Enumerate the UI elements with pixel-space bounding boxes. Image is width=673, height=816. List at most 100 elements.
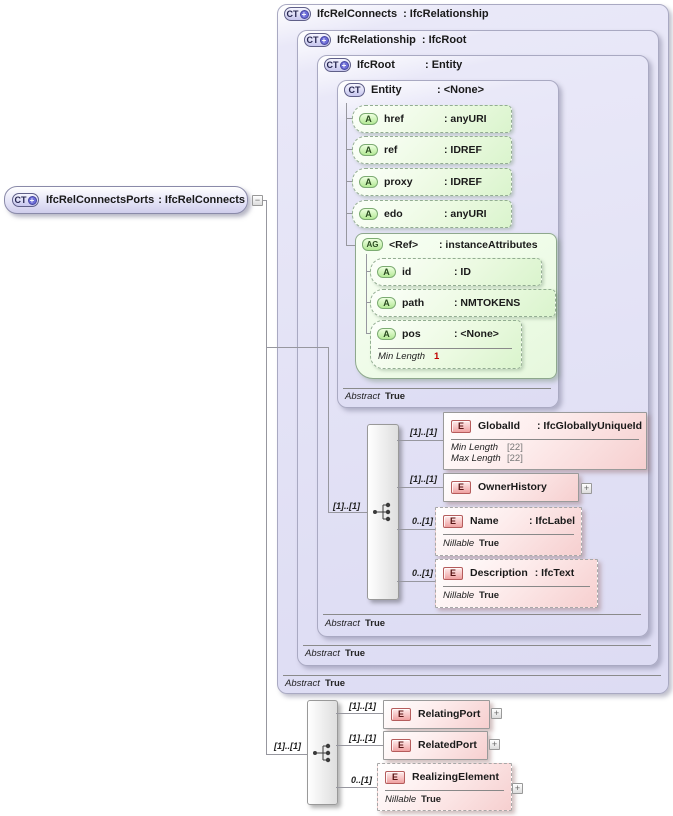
complex-type-icon[interactable]: CT +: [284, 7, 311, 21]
element-name: Description: [470, 567, 528, 579]
facet-label: Min Length: [378, 351, 426, 362]
attribute-name: ref: [384, 144, 398, 156]
type-name: IfcRelConnects: [317, 8, 398, 20]
attribute-edo: A edo : anyURI: [352, 200, 512, 228]
base-type: : IfcRoot: [421, 34, 467, 46]
cardinality-label: [1]..[1]: [410, 427, 437, 437]
divider: [323, 614, 641, 615]
facet-label: Nillable: [443, 538, 475, 549]
attribute-type: : ID: [454, 266, 471, 278]
element-name: RealizingElement: [412, 771, 499, 783]
connector-line: [336, 745, 383, 746]
element-relatingport: E RelatingPort: [383, 700, 490, 729]
nillable-facet: Nillable True: [436, 535, 581, 549]
cardinality-label: [1]..[1]: [333, 501, 360, 511]
cardinality-label: 0..[1]: [412, 516, 434, 526]
header-entity: CT Entity : <None>: [344, 83, 484, 97]
type-name: Entity: [371, 84, 402, 96]
facet-label: Abstract: [325, 618, 360, 629]
sequence-indicator: [307, 700, 338, 805]
element-type: : IfcLabel: [529, 515, 576, 527]
attribute-name: pos: [402, 328, 421, 340]
element-relatedport: E RelatedPort: [383, 731, 488, 760]
facet-value: True: [479, 538, 500, 549]
abstract-facet: Abstract True: [305, 648, 365, 659]
complex-type-icon[interactable]: CT +: [324, 58, 351, 72]
attribute-icon: A: [377, 328, 396, 340]
attribute-group-icon: AG: [362, 238, 383, 251]
sequence-icon: [373, 502, 391, 522]
facet-label: Min Length: [451, 442, 499, 453]
attribute-type: : anyURI: [444, 208, 487, 220]
element-globalid: E GlobalId : IfcGloballyUniqueId Min Len…: [443, 412, 647, 470]
connector-line: [266, 200, 267, 755]
type-name: IfcRoot: [357, 59, 395, 71]
cardinality-label: [1]..[1]: [410, 474, 437, 484]
header-ifcrelconnects: CT + IfcRelConnects : IfcRelationship: [284, 7, 489, 21]
attribute-type: : <None>: [454, 328, 499, 340]
element-name: OwnerHistory: [478, 481, 547, 493]
attribute-name: id: [402, 266, 412, 278]
connector-line: [397, 529, 435, 530]
element-icon: E: [385, 770, 405, 784]
attribute-ref: A ref : IDREF: [352, 136, 512, 164]
divider: [283, 675, 661, 676]
type-name: IfcRelationship: [337, 34, 416, 46]
facet-label: Max Length: [451, 453, 501, 464]
attribute-icon: A: [359, 176, 378, 188]
ct-label: CT: [286, 9, 299, 19]
root-element-box[interactable]: CT + IfcRelConnectsPorts : IfcRelConnects: [4, 186, 248, 214]
collapse-button[interactable]: −: [252, 195, 263, 206]
facet-value: True: [421, 794, 442, 805]
expand-button[interactable]: +: [581, 483, 592, 494]
connector-line: [346, 245, 355, 246]
sequence-icon: [312, 743, 330, 762]
facet-value: [22]: [507, 453, 523, 464]
attribute-icon: A: [359, 144, 378, 156]
xsd-diagram: CT + IfcRelConnects : IfcRelationship CT +…: [0, 0, 673, 816]
attribute-proxy: A proxy : IDREF: [352, 168, 512, 196]
abstract-facet: Abstract True: [345, 391, 405, 402]
element-icon: E: [391, 738, 411, 752]
cardinality-label: 0..[1]: [351, 775, 373, 785]
expand-button[interactable]: +: [491, 708, 502, 719]
element-name: GlobalId: [478, 420, 520, 432]
facet-label: Abstract: [345, 391, 380, 402]
complex-type-icon[interactable]: CT: [344, 83, 365, 97]
attribute-name: href: [384, 113, 404, 125]
facet-label: Abstract: [285, 678, 320, 689]
element-realizingelement: E RealizingElement Nillable True: [377, 763, 512, 811]
cardinality-label: 0..[1]: [412, 568, 434, 578]
minlength-facet: Min Length 1: [378, 351, 439, 362]
attribute-type: : IDREF: [444, 176, 482, 188]
element-icon: E: [451, 480, 471, 494]
connector-line: [397, 440, 443, 441]
element-type: : IfcGloballyUniqueId: [537, 420, 643, 432]
element-icon: E: [391, 707, 411, 721]
element-name: Name: [470, 515, 499, 527]
connector-line: [346, 103, 347, 245]
expand-button[interactable]: +: [489, 739, 500, 750]
abstract-facet: Abstract True: [285, 678, 345, 689]
base-type: : IfcRelationship: [403, 8, 489, 20]
complex-type-icon[interactable]: CT +: [304, 33, 331, 47]
maxlength-facet: Max Length [22]: [444, 453, 646, 464]
attribute-id: A id : ID: [370, 258, 542, 286]
attribute-name: proxy: [384, 176, 413, 188]
attribute-icon: A: [377, 297, 396, 309]
cardinality-label: [1]..[1]: [349, 701, 376, 711]
nillable-facet: Nillable True: [436, 587, 597, 601]
divider: [303, 645, 651, 646]
ct-label: CT: [326, 60, 339, 70]
element-name: RelatedPort: [418, 739, 477, 751]
expand-button[interactable]: +: [512, 783, 523, 794]
attribute-group-header: AG <Ref> : instanceAttributes: [356, 238, 538, 251]
facet-value: True: [325, 678, 346, 689]
attribute-icon: A: [359, 113, 378, 125]
element-description: E Description : IfcText Nillable True: [435, 559, 598, 608]
attribute-type: : NMTOKENS: [454, 297, 521, 309]
facet-label: Nillable: [385, 794, 417, 805]
base-type: : Entity: [425, 59, 463, 71]
connector-line: [328, 512, 367, 513]
attribute-path: A path : NMTOKENS: [370, 289, 556, 317]
